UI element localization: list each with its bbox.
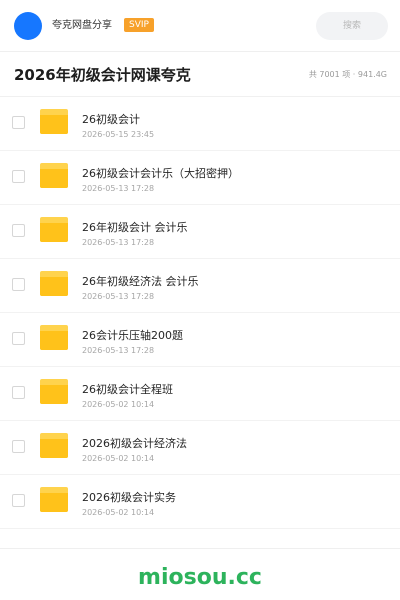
- folder-icon: [40, 325, 68, 350]
- page: 夸克网盘分享 SVIP 搜索 2026年初级会计网课夸克 共 7001 项 · …: [0, 0, 400, 600]
- file-date: 2026-05-02 10:14: [82, 400, 155, 409]
- file-date: 2026-05-15 23:45: [82, 130, 155, 139]
- list-item[interactable]: 26初级会计会计乐（大招密押） 2026-05-13 17:28: [0, 151, 400, 205]
- file-date: 2026-05-13 17:28: [82, 184, 155, 193]
- list-item[interactable]: 26年初级经济法 会计乐 2026-05-13 17:28: [0, 259, 400, 313]
- page-title: 2026年初级会计网课夸克: [14, 66, 191, 84]
- folder-icon: [40, 433, 68, 458]
- file-date: 2026-05-13 17:28: [82, 346, 155, 355]
- file-date: 2026-05-02 10:14: [82, 508, 155, 517]
- site-watermark: miosou.cc: [138, 565, 262, 590]
- folder-icon: [40, 379, 68, 404]
- list-item[interactable]: 2026初级会计实务 2026-05-02 10:14: [0, 475, 400, 529]
- file-name[interactable]: 26初级会计: [82, 113, 140, 127]
- list-item[interactable]: 2026初级会计经济法 2026-05-02 10:14: [0, 421, 400, 475]
- vip-badge: SVIP: [124, 18, 154, 32]
- folder-icon: [40, 109, 68, 134]
- file-date: 2026-05-13 17:28: [82, 238, 155, 247]
- file-name[interactable]: 26初级会计全程班: [82, 383, 173, 397]
- row-checkbox[interactable]: [12, 224, 25, 237]
- file-name[interactable]: 26会计乐压轴200题: [82, 329, 183, 343]
- file-name[interactable]: 26初级会计会计乐（大招密押）: [82, 167, 239, 181]
- row-checkbox[interactable]: [12, 170, 25, 183]
- file-date: 2026-05-02 10:14: [82, 454, 155, 463]
- item-summary: 共 7001 项 · 941.4G: [308, 70, 387, 79]
- list-item[interactable]: 26初级会计全程班 2026-05-02 10:14: [0, 367, 400, 421]
- list-item[interactable]: 26年初级会计 会计乐 2026-05-13 17:28: [0, 205, 400, 259]
- folder-icon: [40, 487, 68, 512]
- title-row: 2026年初级会计网课夸克 共 7001 项 · 941.4G: [0, 53, 400, 97]
- search-input[interactable]: 搜索: [316, 12, 388, 40]
- top-bar: 夸克网盘分享 SVIP 搜索: [0, 0, 400, 52]
- row-checkbox[interactable]: [12, 386, 25, 399]
- list-item[interactable]: 26初级会计 2026-05-15 23:45: [0, 97, 400, 151]
- folder-icon: [40, 271, 68, 296]
- file-name[interactable]: 26年初级经济法 会计乐: [82, 275, 199, 289]
- file-name[interactable]: 2026初级会计实务: [82, 491, 176, 505]
- avatar[interactable]: [14, 12, 42, 40]
- brand-name: 夸克网盘分享: [52, 20, 112, 31]
- file-name[interactable]: 26年初级会计 会计乐: [82, 221, 188, 235]
- list-item[interactable]: 26会计乐压轴200题 2026-05-13 17:28: [0, 313, 400, 367]
- row-checkbox[interactable]: [12, 332, 25, 345]
- row-checkbox[interactable]: [12, 440, 25, 453]
- footer-divider: [0, 548, 400, 549]
- folder-icon: [40, 163, 68, 188]
- folder-icon: [40, 217, 68, 242]
- file-name[interactable]: 2026初级会计经济法: [82, 437, 187, 451]
- row-checkbox[interactable]: [12, 278, 25, 291]
- file-list: 26初级会计 2026-05-15 23:45 26初级会计会计乐（大招密押） …: [0, 97, 400, 529]
- file-date: 2026-05-13 17:28: [82, 292, 155, 301]
- row-checkbox[interactable]: [12, 494, 25, 507]
- row-checkbox[interactable]: [12, 116, 25, 129]
